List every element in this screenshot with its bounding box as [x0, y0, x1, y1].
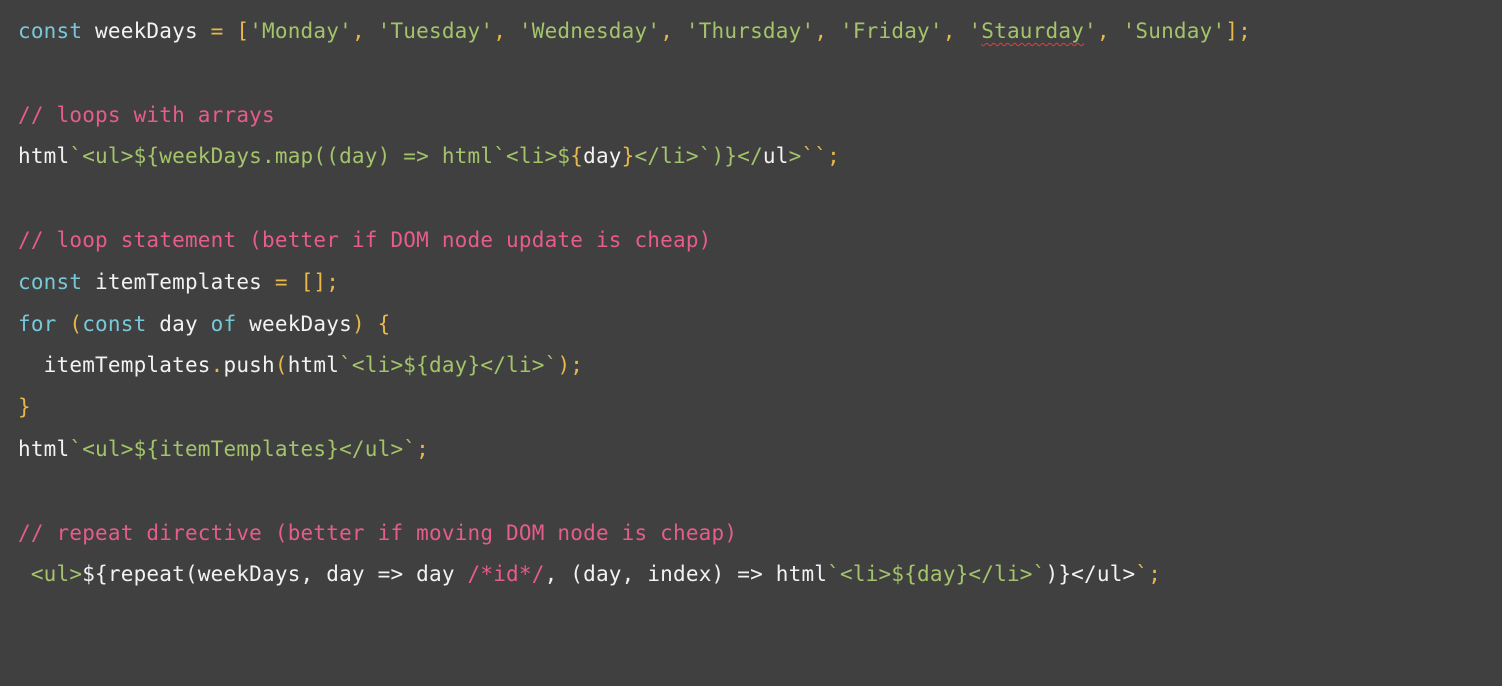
code-token: }: [621, 144, 635, 169]
code-line[interactable]: // loops with arrays: [18, 100, 275, 130]
code-token: `<li>${day}</li>`: [827, 562, 1046, 587]
code-token: =: [274, 269, 288, 294]
code-token: /*id*/: [467, 562, 545, 587]
code-token: push: [223, 353, 275, 378]
code-token: // loops with arrays: [18, 102, 275, 127]
code-token: {: [377, 311, 391, 336]
code-token: ': [968, 19, 982, 43]
code-token: const: [82, 311, 147, 336]
code-token: ${repeat(weekDays, day => day: [82, 562, 468, 587]
code-token: ,: [942, 19, 969, 43]
code-line[interactable]: itemTemplates.push(html`<li>${day}</li>`…: [18, 350, 583, 380]
code-token: of: [210, 311, 237, 336]
code-token: ul: [762, 144, 789, 169]
code-token: >: [788, 144, 802, 169]
code-token: for: [18, 311, 57, 336]
code-token: [];: [300, 269, 340, 294]
code-token: ,: [493, 19, 519, 43]
code-token: itemTemplates: [18, 353, 211, 378]
code-token: ,: [1096, 19, 1123, 43]
code-line[interactable]: for (const day of weekDays) {: [18, 309, 390, 339]
code-token: `<ul>${itemTemplates}</ul>`: [69, 437, 417, 461]
code-line[interactable]: html`<ul>${itemTemplates}</ul>`;: [18, 434, 429, 464]
code-token: 'Monday': [249, 19, 352, 43]
code-token: ];: [1225, 19, 1251, 43]
code-token: weekDays: [82, 19, 211, 43]
code-token: </li>`)}</: [634, 144, 763, 169]
code-token: day: [583, 144, 622, 169]
code-token: <ul>: [30, 562, 83, 587]
code-token: )}</ul>: [1045, 562, 1136, 587]
code-token: ): [351, 311, 365, 336]
code-token: ,: [351, 19, 378, 43]
code-line[interactable]: }: [18, 392, 31, 422]
code-token: const: [18, 19, 83, 43]
code-line[interactable]: html`<ul>${weekDays.map((day) => html`<l…: [18, 141, 840, 171]
code-line[interactable]: const weekDays = ['Monday', 'Tuesday', '…: [18, 16, 1251, 46]
code-token: [: [236, 19, 250, 43]
code-token: 'Friday': [840, 19, 943, 43]
code-token: ``;: [801, 144, 840, 169]
code-token: html: [287, 353, 340, 378]
code-token: const: [18, 269, 83, 294]
code-token: );: [557, 353, 584, 378]
code-token: // repeat directive (better if moving DO…: [18, 520, 738, 545]
code-token: day: [146, 311, 211, 336]
code-token: `;: [1135, 562, 1162, 587]
code-token: // loop statement (better if DOM node up…: [18, 228, 712, 252]
code-line[interactable]: // repeat directive (better if moving DO…: [18, 518, 737, 548]
code-token: =: [210, 19, 224, 43]
code-token: .: [210, 353, 224, 378]
code-token: }: [18, 395, 31, 420]
code-token: `<li>${day}</li>`: [339, 353, 558, 378]
code-token: ,: [660, 19, 686, 43]
code-token: 'Tuesday': [377, 19, 494, 43]
code-line[interactable]: <ul>${repeat(weekDays, day => day /*id*/…: [18, 559, 1161, 589]
code-line[interactable]: const itemTemplates = [];: [18, 267, 339, 297]
code-token: html: [18, 144, 70, 169]
code-token: 'Wednesday': [518, 19, 661, 43]
code-token: itemTemplates: [82, 269, 275, 294]
code-token: 'Thursday': [685, 19, 815, 43]
code-token: ;: [416, 437, 429, 461]
code-token: ,: [814, 19, 840, 43]
code-token: html: [18, 437, 70, 461]
code-token: weekDays: [236, 311, 352, 336]
code-token: (: [69, 311, 83, 336]
code-editor[interactable]: const weekDays = ['Monday', 'Tuesday', '…: [0, 0, 1502, 686]
code-token: , (day, index) => html: [544, 562, 828, 587]
code-line[interactable]: // loop statement (better if DOM node up…: [18, 225, 712, 255]
code-token: (: [274, 353, 288, 378]
misspelled-token: Staurday: [981, 19, 1085, 43]
code-token: ': [1084, 19, 1097, 43]
code-token: {: [570, 144, 584, 169]
code-token: `<ul>${weekDays.map((day) => html`<li>$: [69, 144, 571, 169]
code-token: 'Sunday': [1122, 19, 1226, 43]
